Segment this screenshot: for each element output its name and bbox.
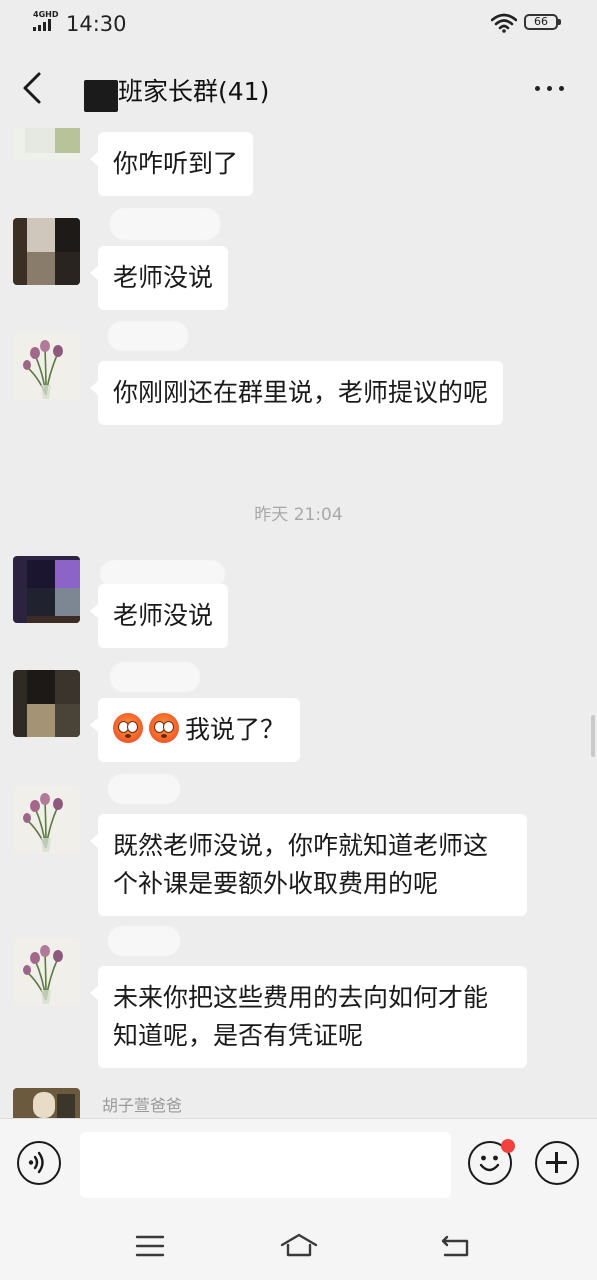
voice-button[interactable] [17, 1141, 61, 1185]
home-icon [280, 1233, 318, 1257]
message-bubble[interactable]: 老师没说 [89, 246, 229, 310]
sender-name-blurred [108, 926, 180, 956]
avatar[interactable] [13, 556, 80, 623]
message-text: 老师没说 [113, 601, 214, 630]
battery-icon: 66 [524, 14, 561, 30]
menu-icon [135, 1235, 165, 1257]
message-bubble[interactable]: 你咋听到了 [89, 132, 254, 196]
return-icon [441, 1235, 469, 1257]
more-button[interactable] [528, 70, 572, 106]
sender-name: 胡子萱爸爸 [102, 1096, 183, 1115]
tulip-image [23, 945, 63, 1004]
sender-name-blurred [108, 774, 180, 804]
avatar[interactable] [13, 938, 80, 1005]
timestamp: 昨天 21:04 [254, 505, 343, 525]
flushed-face-emoji [149, 713, 179, 743]
menu-button[interactable] [130, 1228, 170, 1264]
message-bubble[interactable]: 既然老师没说，你咋就知道老师这个补课是要额外收取费用的呢 [90, 814, 527, 916]
sender-name-blurred [110, 662, 200, 692]
avatar[interactable] [13, 218, 80, 285]
signal-icon [33, 19, 57, 31]
message-text: 你刚刚还在群里说，老师提议的呢 [113, 378, 489, 407]
avatar[interactable] [13, 128, 80, 160]
sender-name-blurred [108, 321, 188, 351]
voice-icon [28, 1151, 44, 1174]
system-navigation [0, 1210, 597, 1280]
avatar[interactable] [13, 670, 80, 737]
chat-title: 班家长群(41) [118, 77, 270, 106]
message-text: 既然老师没说，你咋就知道老师这个补课是要额外收取费用的呢 [113, 831, 489, 898]
tulip-image [23, 340, 63, 399]
message-bubble[interactable]: 我说了？ [89, 698, 301, 762]
avatar[interactable] [13, 1088, 80, 1118]
message-text: 你咋听到了 [113, 149, 239, 178]
scrollbar[interactable] [591, 715, 595, 757]
network-type: 4GHD [33, 10, 59, 19]
chevron-left-icon [23, 72, 41, 104]
avatar[interactable] [13, 786, 80, 853]
home-button[interactable] [279, 1228, 319, 1264]
message-text: 我说了？ [185, 715, 286, 744]
input-bar [0, 1118, 597, 1211]
message-list[interactable]: 你咋听到了 老师没说 你刚刚还在群里说，老师提议的呢 昨天 21:04 老师没说… [0, 128, 597, 1118]
sender-name-blurred [110, 208, 220, 240]
message-text: 老师没说 [113, 263, 214, 292]
message-text: 未来你把这些费用的去向如何才能知道呢，是否有凭证呢 [113, 983, 489, 1050]
message-bubble[interactable]: 你刚刚还在群里说，老师提议的呢 [89, 361, 504, 425]
wifi-icon [491, 13, 517, 33]
flushed-face-emoji [113, 713, 143, 743]
tulip-image [23, 793, 63, 852]
back-button[interactable] [16, 66, 50, 110]
message-bubble[interactable]: 未来你把这些费用的去向如何才能知道呢，是否有凭证呢 [90, 966, 527, 1068]
notification-dot [501, 1139, 515, 1153]
status-bar: 4GHD 14:30 66 [0, 0, 597, 48]
message-bubble[interactable]: 老师没说 [89, 584, 229, 648]
title-redaction [84, 80, 118, 112]
message-input[interactable] [80, 1132, 451, 1198]
chat-header: 班家长群(41) [0, 48, 597, 128]
add-button[interactable] [535, 1141, 579, 1185]
back-nav-button[interactable] [436, 1228, 476, 1264]
avatar[interactable] [13, 333, 80, 400]
status-time: 14:30 [66, 12, 127, 36]
